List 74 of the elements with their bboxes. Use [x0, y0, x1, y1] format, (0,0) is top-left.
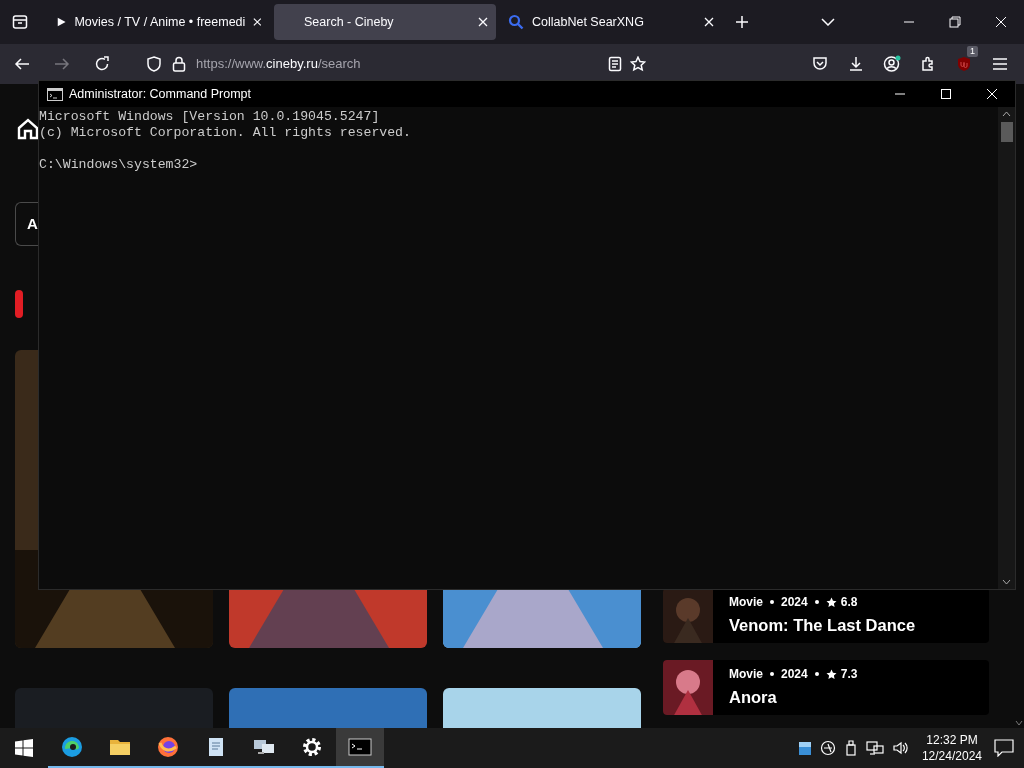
taskbar-app[interactable] [336, 728, 384, 768]
shield-icon [955, 55, 973, 73]
star-icon [825, 668, 837, 680]
url-text: https://www.cineby.ru/search [196, 55, 361, 74]
media-type: Movie [729, 594, 763, 611]
clock[interactable]: 12:32 PM 12/24/2024 [917, 732, 986, 764]
movie-title: Anora [729, 687, 778, 708]
volume-icon[interactable] [891, 740, 910, 756]
terminal-icon [348, 735, 372, 759]
time-text: 12:32 PM [925, 732, 979, 748]
separator-dot-icon [770, 600, 774, 604]
chevron-icon [821, 18, 835, 26]
browser-tab[interactable]: CollabNet SearXNG [500, 4, 722, 40]
separator-dot-icon [814, 672, 819, 676]
lock-icon [172, 56, 186, 72]
scroll-down-icon[interactable] [1002, 579, 1011, 585]
rating: 6.8 [840, 594, 858, 611]
browser-tab[interactable]: Movies / TV / Anime • freemedi [48, 4, 270, 40]
movie-list-item[interactable]: Movie 2024 6.8 Venom: The Last Dance [663, 588, 989, 643]
terminal-icon [47, 87, 63, 101]
release-year: 2024 [781, 594, 808, 611]
close-icon[interactable] [478, 17, 488, 27]
reload-icon [94, 56, 110, 72]
windows-logo-icon [15, 739, 33, 757]
restore-icon [949, 16, 961, 28]
usb-icon[interactable] [843, 740, 858, 756]
accent-bar [15, 290, 23, 318]
scroll-up-icon[interactable] [1002, 111, 1011, 117]
window-title: Administrator: Command Prompt [69, 85, 251, 103]
close-icon [987, 89, 997, 99]
release-year: 2024 [781, 666, 808, 683]
reader-view-icon[interactable] [608, 56, 622, 72]
tab-list-icon [12, 14, 28, 30]
scroll-thumb[interactable] [1000, 122, 1013, 142]
pocket-icon [812, 56, 828, 72]
drive-icon[interactable] [797, 740, 812, 756]
forward-arrow-icon [54, 56, 70, 72]
network-icon[interactable] [865, 740, 884, 756]
close-icon[interactable] [704, 17, 714, 27]
movie-title: Venom: The Last Dance [729, 615, 916, 636]
star-icon[interactable] [630, 56, 646, 72]
menu-icon [992, 57, 1008, 71]
star-icon [825, 596, 837, 608]
puzzle-icon [920, 56, 936, 72]
home-icon[interactable] [17, 118, 39, 140]
back-arrow-icon [14, 56, 30, 72]
browser-tab[interactable]: Search - Cineby [274, 4, 496, 40]
browser-icon [156, 735, 180, 759]
scroll-down-icon[interactable] [1015, 720, 1023, 726]
ublock-button[interactable]: 1 [946, 48, 982, 80]
close-icon [995, 16, 1007, 28]
sync-icon[interactable] [819, 740, 836, 756]
close-icon[interactable] [253, 17, 262, 27]
console-line: C:\Windows\system32> [39, 157, 199, 173]
notification-icon[interactable] [994, 739, 1014, 757]
gear-icon [300, 735, 324, 759]
separator-dot-icon [770, 672, 774, 676]
plus-icon [735, 15, 749, 29]
rating: 7.3 [840, 666, 858, 683]
magnifier-icon [508, 14, 524, 30]
console-line: Microsoft Windows [Version 10.0.19045.5247] [39, 109, 381, 125]
shield-icon [146, 56, 162, 72]
console-line: (c) Microsoft Corporation. All rights reserved. [39, 125, 412, 141]
play-icon [56, 16, 67, 28]
address-bar[interactable]: https://www.cineby.ru/search [136, 49, 656, 79]
date-text: 12/24/2024 [921, 748, 982, 764]
movie-list-item[interactable]: Movie 2024 7.3 Anora [663, 660, 989, 715]
download-icon [848, 56, 864, 72]
separator-dot-icon [814, 600, 819, 604]
maximize-icon [941, 89, 951, 99]
browser-icon [60, 735, 84, 759]
account-icon [883, 55, 901, 73]
media-type: Movie [729, 666, 763, 683]
badge-count: 1 [967, 46, 978, 57]
